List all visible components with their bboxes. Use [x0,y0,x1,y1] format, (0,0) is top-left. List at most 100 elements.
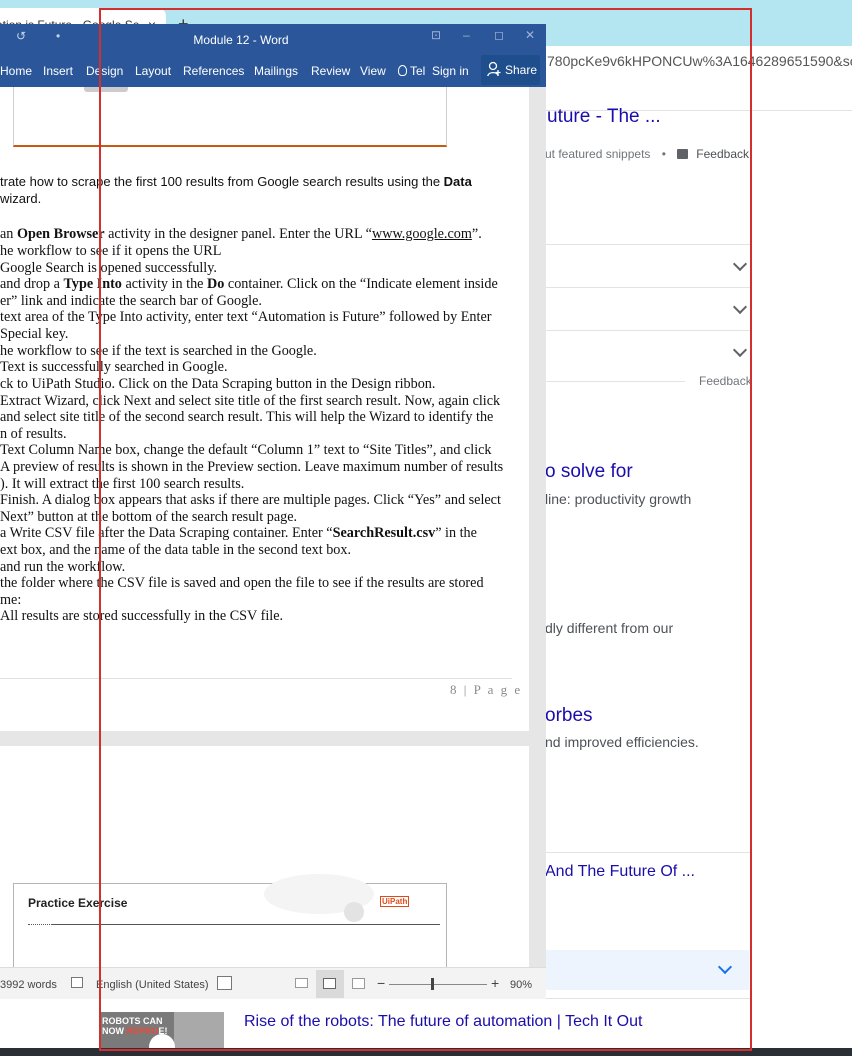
word-title-bar: ↺ • Module 12 - Word ⊡ – ◻ ✕ [0,24,546,54]
minimize-icon[interactable]: – [463,28,470,42]
device-image [84,87,128,92]
read-mode-icon[interactable] [295,978,308,988]
lightbulb-icon [398,65,407,76]
document-text-run: ). It will extract the first 100 search … [0,476,245,492]
tab-references[interactable]: References [183,64,244,78]
document-text-run: a Write CSV file after the Data Scraping… [0,525,333,541]
result-title[interactable]: orbes [545,705,593,727]
document-text-run: Finish. A dialog box appears that asks i… [0,492,501,508]
tab-home[interactable]: Home [0,64,32,78]
document-text-run: www.google.com [371,226,472,242]
document-line: he workflow to see if it opens the URL [0,243,221,259]
document-line: Text is successfully searched in Google. [0,359,228,375]
zoom-in-button[interactable]: + [491,975,499,991]
tab-design[interactable]: Design [86,64,123,78]
tell-me-box[interactable]: Tel [398,64,425,78]
result-title[interactable]: And The Future Of ... [545,863,695,881]
document-text-run: and select site title of the second sear… [0,409,494,425]
document-line: Next” button at the bottom of the search… [0,509,297,525]
document-text-run: me: [0,592,22,608]
result-snippet: line: productivity growth [545,491,692,507]
divider [545,998,752,999]
document-line: A preview of results is shown in the Pre… [0,459,503,475]
document-text-run: Text is successfully searched in Google. [0,359,228,375]
document-text-run: trate how to scrape the first 100 result… [0,174,444,189]
share-label: Share [505,63,538,77]
result-title[interactable]: uture - The ... [547,106,661,128]
language-indicator[interactable]: English (United States) [96,979,209,991]
document-text-run: All results are stored successfully in t… [0,608,284,624]
document-text-run: SearchResult.csv [332,525,436,541]
document-text-run: the folder where the CSV file is saved a… [0,575,484,591]
document-image [13,87,447,147]
result-title[interactable]: o solve for [545,461,633,483]
document-line: All results are stored successfully in t… [0,608,283,624]
feedback-link[interactable]: Feedback [699,374,752,388]
print-layout-icon [323,978,336,989]
document-text-run: Text Column Name box, change the default… [0,442,492,458]
thumbnail-caption: ROBOTS CAN NOW REPROE! [102,1016,168,1036]
document-page[interactable]: trate how to scrape the first 100 result… [0,87,529,731]
zoom-out-button[interactable]: − [377,975,385,991]
zoom-slider[interactable] [389,984,487,985]
document-line: ck to UiPath Studio. Click on the Data S… [0,376,435,392]
feedback-link[interactable]: Feedback [696,147,749,161]
word-count[interactable]: 3992 words [0,979,57,991]
document-line: wizard. [0,191,41,207]
footer-rule [0,678,512,679]
document-text-run: an [0,226,17,242]
tell-me-label: Tel [410,64,426,78]
document-line: Special key. [0,326,68,342]
document-text-run: Special key. [0,326,69,342]
thumbnail-caption-text: NOW [102,1026,127,1036]
tab-insert[interactable]: Insert [43,64,73,78]
zoom-level[interactable]: 90% [510,979,532,991]
document-line: text area of the Type Into activity, ent… [0,309,491,325]
document-text-run: wizard. [0,191,42,206]
feedback-icon [677,149,689,159]
document-line: and drop a Type Into activity in the Do … [0,276,498,292]
proofing-icon[interactable] [71,977,83,988]
document-line: and run the workflow. [0,559,125,575]
document-text-run: Next” button at the bottom of the search… [0,509,298,525]
document-line: trate how to scrape the first 100 result… [0,174,472,190]
thumbnail-caption-text: REPRO [126,1026,159,1036]
tab-mailings[interactable]: Mailings [254,64,298,78]
document-line: me: [0,592,21,608]
divider [52,924,440,925]
accessibility-icon[interactable] [217,976,232,990]
practice-exercise-title: Practice Exercise [28,896,128,910]
document-text-run: er” link and indicate the search bar of … [0,293,262,309]
document-line: the folder where the CSV file is saved a… [0,575,484,591]
status-bar: 3992 words English (United States) − + 9… [0,967,546,999]
divider [545,852,752,853]
web-layout-icon[interactable] [352,978,365,989]
share-button[interactable]: Share [481,55,540,85]
close-icon[interactable]: ✕ [525,28,535,42]
vertical-scrollbar[interactable] [529,87,546,967]
sign-in-link[interactable]: Sign in [432,64,469,78]
zoom-slider-thumb[interactable] [431,978,434,990]
page-number: 8 | P a g e [450,682,523,697]
result-snippet: nd improved efficiencies. [545,734,699,750]
uipath-logo: UiPath [380,896,411,910]
expand-more-bar[interactable] [545,950,749,990]
document-page[interactable]: Practice Exercise UiPath [0,746,529,967]
ribbon-tabs: Home Insert Design Layout References Mai… [0,54,546,87]
ribbon-display-icon[interactable]: ⊡ [431,28,441,42]
document-line: ). It will extract the first 100 search … [0,476,244,492]
document-line: Google Search is opened successfully. [0,260,217,276]
document-line: and select site title of the second sear… [0,409,493,425]
tab-view[interactable]: View [360,64,386,78]
document-text-run: and run the workflow. [0,559,126,575]
tab-review[interactable]: Review [311,64,350,78]
video-result-title[interactable]: Rise of the robots: The future of automa… [244,1013,642,1031]
divider [545,381,685,382]
document-text-run: ”. [471,226,482,242]
document-line: an Open Browser activity in the designer… [0,226,482,242]
document-text-run: activity in the designer panel. Enter th… [104,226,372,242]
divider [545,287,752,288]
address-bar-url[interactable]: 780pcKe9v6kHPONCUw%3A1646289651590&sou [547,53,852,69]
tab-layout[interactable]: Layout [135,64,171,78]
maximize-icon[interactable]: ◻ [494,28,504,42]
